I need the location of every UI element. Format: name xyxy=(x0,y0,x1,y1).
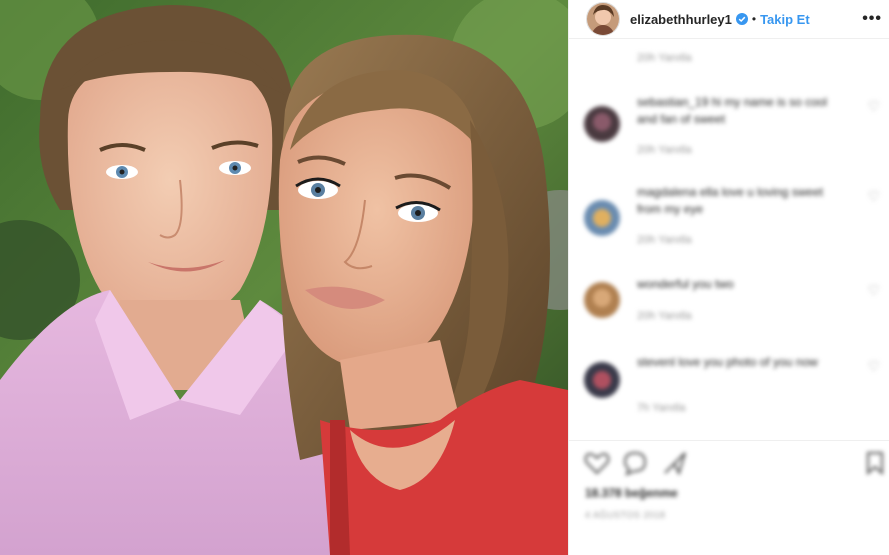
share-icon[interactable] xyxy=(661,449,689,477)
comment-meta[interactable]: 7h Yanıtla xyxy=(637,402,686,414)
comment-icon[interactable] xyxy=(621,449,649,477)
post-username[interactable]: elizabethhurley1 xyxy=(630,12,732,27)
post-sidebar: elizabethhurley1 • Takip Et ••• 20h Yanı… xyxy=(568,0,889,555)
verified-badge-icon xyxy=(735,13,748,25)
heart-icon[interactable]: ♡ xyxy=(867,188,880,205)
comment-meta[interactable]: 20h Yanıtla xyxy=(637,234,692,246)
comment-avatar[interactable] xyxy=(584,106,620,142)
post-date: 4 AĞUSTOS 2018 xyxy=(585,510,666,520)
heart-icon[interactable]: ♡ xyxy=(867,98,880,115)
header-separator: • xyxy=(751,12,757,26)
heart-icon[interactable] xyxy=(583,449,611,477)
follow-button[interactable]: Takip Et xyxy=(760,12,810,27)
comment-text: sebastian_19 hi my name is so cool and f… xyxy=(637,95,828,126)
photo-image xyxy=(0,0,568,555)
heart-icon[interactable]: ♡ xyxy=(867,282,880,299)
comment-text: magdalena ella love u loving sweet from … xyxy=(637,185,824,216)
comment-avatar[interactable] xyxy=(584,200,620,236)
more-icon[interactable]: ••• xyxy=(862,10,882,28)
comment-avatar[interactable] xyxy=(584,362,620,398)
comment-meta[interactable]: 20h Yanıtla xyxy=(637,52,692,64)
bookmark-icon[interactable] xyxy=(861,449,889,477)
comment-meta[interactable]: 20h Yanıtla xyxy=(637,310,692,322)
post-header: elizabethhurley1 • Takip Et ••• xyxy=(569,0,889,39)
comment-avatar[interactable] xyxy=(584,282,620,318)
post-actions xyxy=(569,440,889,486)
profile-avatar[interactable] xyxy=(586,2,620,36)
post-photo[interactable] xyxy=(0,0,568,555)
likes-count[interactable]: 18.378 beğenme xyxy=(585,486,678,500)
heart-icon[interactable]: ♡ xyxy=(867,358,880,375)
comment-meta[interactable]: 20h Yanıtla xyxy=(637,144,692,156)
comment-text: stevenl love you photo of you now xyxy=(637,355,818,369)
comment-text: wonderful you two xyxy=(637,277,734,291)
